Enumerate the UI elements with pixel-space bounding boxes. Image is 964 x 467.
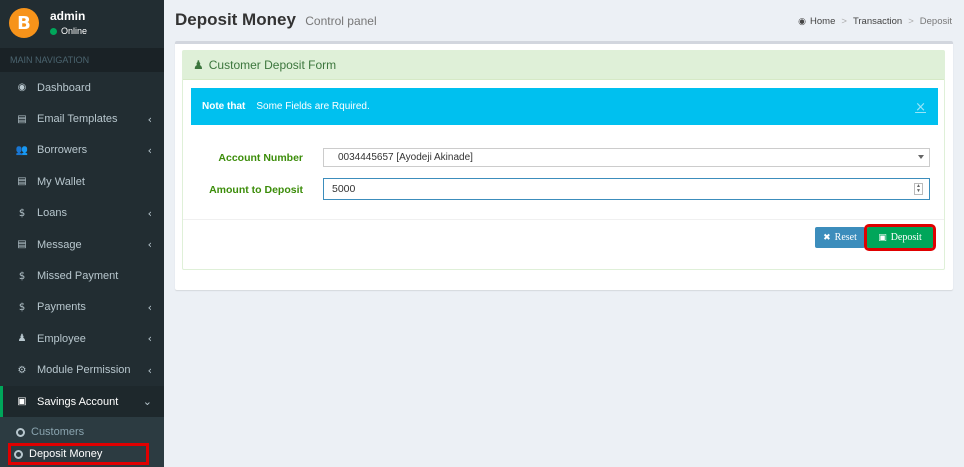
sidebar-item-label: Message (37, 238, 82, 251)
chevron-left-icon: ‹ (147, 300, 152, 314)
amount-label: Amount to Deposit (209, 184, 303, 196)
sidebar-item-loans[interactable]: $ Loans ‹ (0, 198, 164, 229)
sidebar-item-label: Module Permission (37, 364, 131, 377)
chevron-left-icon: ‹ (147, 238, 152, 252)
save-icon: ▣ (878, 232, 887, 243)
sidebar-item-label: Email Templates (37, 113, 118, 126)
deposit-button[interactable]: ▣ Deposit (864, 224, 936, 251)
close-icon[interactable]: × (915, 100, 926, 115)
chevron-left-icon: ‹ (147, 332, 152, 346)
form-divider (183, 219, 944, 220)
user-icon: ♟ (193, 58, 204, 72)
account-row: Account Number (183, 152, 303, 164)
user-icon: ♟ (17, 333, 27, 345)
sidebar-item-savings-account[interactable]: ▣ Savings Account ⌄ (0, 385, 164, 418)
subitem-label: Customers (31, 426, 85, 439)
subitem-deposit-money[interactable]: Deposit Money (8, 443, 149, 466)
nav-header: MAIN NAVIGATION (0, 48, 164, 72)
sidebar-item-dashboard[interactable]: ◉ Dashboard (0, 72, 164, 103)
sidebar-item-label: Employee (37, 332, 86, 345)
cogs-icon: ⚙ (17, 364, 27, 376)
account-number-label: Account Number (218, 152, 303, 164)
sidebar-item-my-wallet[interactable]: ▤ My Wallet (0, 166, 164, 197)
sidebar-item-payments[interactable]: $ Payments ‹ (0, 292, 164, 323)
dollar-icon: $ (18, 270, 26, 282)
online-dot-icon (50, 27, 57, 35)
subitem-customers[interactable]: Customers (0, 421, 164, 443)
reset-label: Reset (834, 232, 857, 243)
subitem-label: Deposit Money (29, 448, 103, 461)
chevron-down-icon: ⌄ (142, 395, 152, 409)
sidebar-item-module-permission[interactable]: ⚙ Module Permission ‹ (0, 355, 164, 386)
sidebar-item-label: Borrowers (37, 144, 88, 157)
amount-row: Amount to Deposit (183, 184, 303, 196)
dashboard-icon: ◉ (17, 82, 27, 94)
book-icon: ▤ (17, 176, 27, 188)
sidebar-item-label: Payments (37, 301, 86, 314)
circle-icon (14, 449, 23, 459)
breadcrumb-home[interactable]: Home (810, 16, 835, 27)
sidebar-item-employee[interactable]: ♟ Employee ‹ (0, 323, 164, 354)
amount-value: 5000 (332, 183, 356, 195)
account-number-value: 0034445657 [Ayodeji Akinade] (338, 152, 473, 163)
breadcrumb-transaction[interactable]: Transaction (853, 16, 902, 27)
reset-button[interactable]: ✖ Reset (815, 227, 865, 248)
sidebar-item-borrowers[interactable]: 👥 Borrowers ‹ (0, 135, 164, 166)
users-icon: 👥 (15, 144, 29, 156)
breadcrumb-separator: > (841, 16, 847, 27)
dollar-icon: $ (18, 207, 26, 219)
account-number-select[interactable]: 0034445657 [Ayodeji Akinade] (323, 148, 930, 167)
money-icon: ▣ (17, 396, 27, 408)
status-text: Online (61, 26, 88, 36)
chevron-left-icon: ‹ (147, 363, 152, 377)
breadcrumb: ◉ Home > Transaction > Deposit (798, 16, 952, 27)
sidebar-item-missed-payment[interactable]: $ Missed Payment (0, 260, 164, 291)
deposit-form-panel: ♟ Customer Deposit Form Note that Some F… (182, 50, 945, 270)
panel-title: Customer Deposit Form (208, 58, 337, 72)
sidebar-item-label: Savings Account (37, 395, 119, 408)
main-menu: ◉ Dashboard ▤ Email Templates ‹ 👥 Borrowers ‹ ▤ M… (0, 72, 164, 418)
chevron-left-icon: ‹ (147, 112, 152, 126)
sidebar-item-label: Missed Payment (37, 270, 119, 283)
panel-heading: ♟ Customer Deposit Form (183, 51, 944, 80)
sidebar-item-message[interactable]: ▤ Message ‹ (0, 229, 164, 260)
sidebar: B admin Online MAIN NAVIGATION ◉ Dashboar… (0, 0, 164, 467)
breadcrumb-separator: > (908, 16, 914, 27)
chevron-left-icon: ‹ (147, 206, 152, 220)
times-icon: ✖ (823, 232, 831, 243)
user-name: admin (50, 9, 86, 23)
book-icon: ▤ (17, 113, 27, 125)
caret-down-icon (918, 155, 924, 159)
content-header: Deposit Money Control panel (175, 10, 377, 30)
page-title: Deposit Money (175, 10, 296, 29)
chevron-left-icon: ‹ (147, 143, 152, 157)
dollar-icon: $ (18, 301, 26, 313)
alert-strong: Note that (202, 101, 246, 112)
number-spinner-icon[interactable]: ▲ ▼ (914, 183, 923, 195)
savings-submenu: Customers Deposit Money (0, 417, 164, 467)
sidebar-item-label: Loans (37, 207, 67, 220)
bitcoin-avatar: B (9, 8, 39, 38)
user-panel: B admin Online (0, 0, 164, 48)
book-icon: ▤ (17, 239, 27, 251)
sidebar-item-label: My Wallet (37, 175, 85, 188)
info-alert: Note that Some Fields are Rquired. × (191, 88, 938, 125)
circle-icon (16, 427, 25, 437)
breadcrumb-current: Deposit (919, 16, 952, 27)
user-status: Online (50, 26, 87, 36)
deposit-label: Deposit (890, 232, 922, 243)
sidebar-item-label: Dashboard (37, 81, 91, 94)
content-box: ♟ Customer Deposit Form Note that Some F… (175, 41, 953, 290)
alert-text: Some Fields are Rquired. (256, 101, 370, 112)
page-subtitle: Control panel (305, 14, 377, 28)
sidebar-item-email-templates[interactable]: ▤ Email Templates ‹ (0, 103, 164, 134)
dashboard-icon: ◉ (798, 16, 807, 27)
amount-input[interactable]: 5000 ▲ ▼ (323, 178, 930, 200)
